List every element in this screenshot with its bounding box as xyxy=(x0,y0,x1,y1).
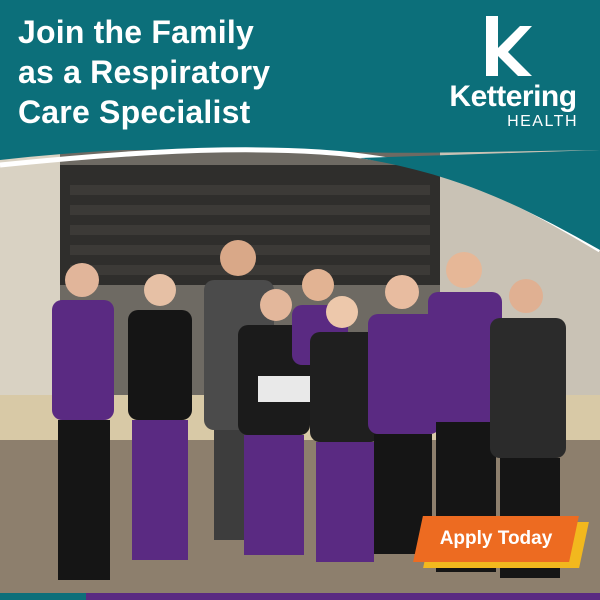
bottom-strip-teal xyxy=(0,593,86,600)
bottom-strip-purple xyxy=(86,593,600,600)
kettering-k-icon xyxy=(480,16,536,76)
headline: Join the Family as a Respiratory Care Sp… xyxy=(18,12,348,132)
apply-cta: Apply Today xyxy=(413,516,589,568)
logo-brand: Kettering xyxy=(449,80,577,113)
headline-line-1: Join the Family xyxy=(18,14,254,50)
ad-canvas: Join the Family as a Respiratory Care Sp… xyxy=(0,0,600,600)
kettering-health-logo[interactable]: Kettering HEALTH xyxy=(438,16,588,130)
headline-line-3: Care Specialist xyxy=(18,94,251,130)
logo-sub: HEALTH xyxy=(507,113,578,130)
bottom-color-strip xyxy=(0,593,600,600)
apply-today-button[interactable] xyxy=(413,516,579,562)
headline-line-2: as a Respiratory xyxy=(18,54,271,90)
